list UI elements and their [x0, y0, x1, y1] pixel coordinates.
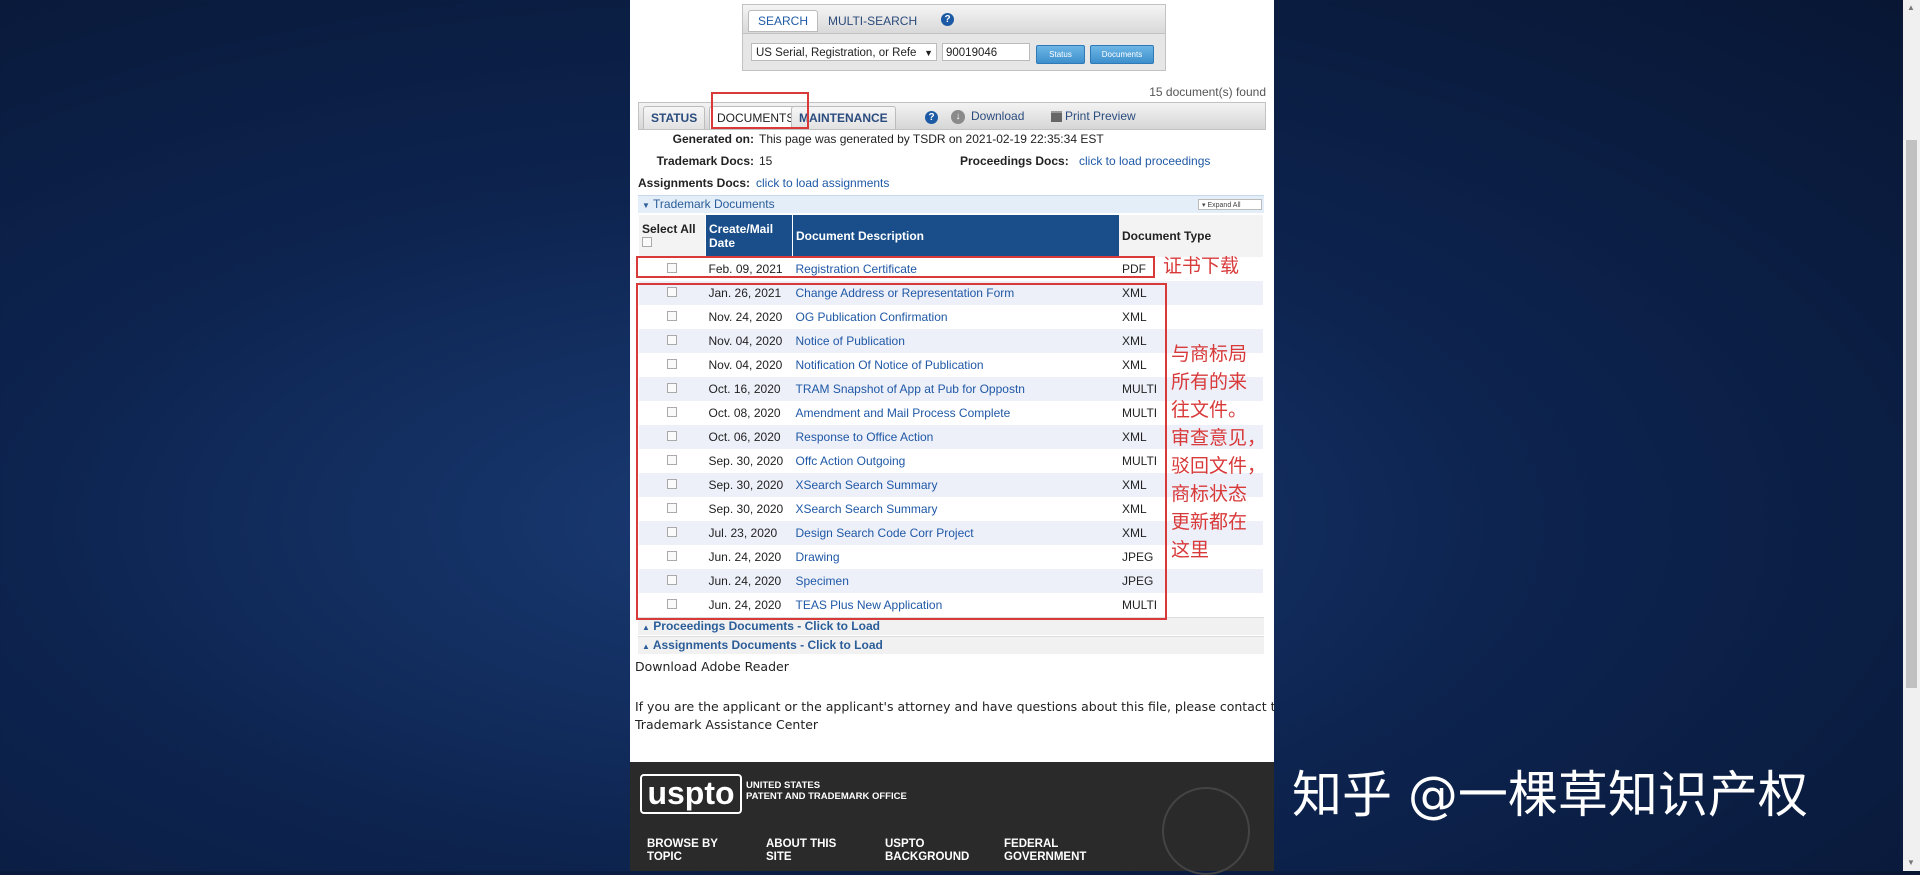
caret-up-icon: ▲ [642, 642, 650, 651]
documents-tab-highlight [711, 92, 809, 129]
serial-number-input[interactable]: 90019046 [942, 43, 1030, 61]
date-column-header[interactable]: Create/Mail Date [705, 215, 793, 257]
section-title: Trademark Documents [653, 197, 775, 211]
footer-nav-label: TOPIC [647, 851, 682, 863]
generated-label: Generated on: [672, 132, 754, 146]
tab-multi-search[interactable]: MULTI-SEARCH [819, 11, 926, 31]
footer-nav-label: GOVERNMENT [1004, 851, 1087, 863]
uspto-seal-icon [1162, 787, 1250, 875]
description-column-header[interactable]: Document Description [792, 215, 1119, 257]
caret-up-icon: ▲ [642, 623, 650, 632]
generated-value: This page was generated by TSDR on 2021-… [759, 132, 1104, 146]
footer-nav-label: BROWSE BY [647, 838, 718, 850]
tsdr-page: SEARCH MULTI-SEARCH ? US Serial, Registr… [630, 0, 1275, 875]
trademark-docs-value: 15 [759, 154, 773, 168]
zhihu-watermark: 知乎 @一棵草知识产权 [1292, 766, 1808, 824]
assignments-row: Assignments Docs: click to load assignme… [638, 176, 1264, 194]
download-icon: ↓ [951, 109, 965, 124]
assignments-docs-label: Assignments Docs: [638, 176, 751, 190]
tab-search[interactable]: SEARCH [748, 10, 819, 32]
annotation-line: 商标状态 [1171, 483, 1248, 505]
documents-button[interactable]: Documents [1090, 45, 1154, 64]
annotation-line: 所有的来 [1171, 371, 1248, 393]
download-adobe-link[interactable]: Download Adobe Reader [635, 659, 789, 674]
caret-down-icon: ▼ [642, 201, 650, 210]
load-assignments-link[interactable]: click to load assignments [756, 176, 889, 190]
scroll-down-icon[interactable]: ▼ [1907, 858, 1915, 867]
org-line-2: PATENT AND TRADEMARK OFFICE [746, 791, 907, 802]
footer-nav-label: FEDERAL [1004, 838, 1059, 850]
date-header-label: Create/Mail Date [709, 222, 774, 250]
search-panel: SEARCH MULTI-SEARCH ? US Serial, Registr… [742, 4, 1166, 71]
print-preview-button[interactable]: Print Preview [1051, 107, 1136, 125]
load-proceedings-link[interactable]: click to load proceedings [1079, 154, 1210, 168]
annotation-line: 往文件。 [1171, 399, 1248, 421]
select-all-header[interactable]: Select All [639, 215, 706, 257]
chevron-down-icon: ▼ [924, 48, 933, 58]
select-all-label: Select All [642, 222, 696, 236]
annotation-line: 这里 [1171, 539, 1210, 561]
uspto-logo[interactable]: uspto [640, 774, 742, 814]
annotation-line: 审查意见， [1171, 427, 1267, 449]
footer-nav-label: ABOUT THIS [766, 838, 837, 850]
certificate-annotation: 证书下载 [1163, 255, 1240, 277]
print-label: Print Preview [1065, 109, 1136, 123]
expand-all-label: Expand All [1207, 202, 1241, 209]
documents-found-count: 15 document(s) found [1149, 85, 1266, 99]
search-type-value: US Serial, Registration, or Refe [756, 47, 917, 59]
docs-count-row: Trademark Docs: 15 Proceedings Docs: cli… [638, 154, 1264, 172]
documents-rows-highlight [636, 283, 1167, 620]
description-header-label: Document Description [796, 229, 925, 243]
footer-nav-label: USPTO [885, 838, 925, 850]
assignments-documents-header[interactable]: ▲ Assignments Documents - Click to Load [638, 636, 1264, 654]
footer-nav-label: BACKGROUND [885, 851, 970, 863]
annotation-line: 更新都在 [1171, 511, 1248, 533]
select-all-checkbox[interactable] [642, 237, 652, 247]
tab-status[interactable]: STATUS [643, 106, 706, 129]
proceedings-header-label: Proceedings Documents - Click to Load [653, 619, 880, 633]
trademark-documents-header[interactable]: ▼ Trademark Documents ▾ Expand All [638, 195, 1264, 213]
help-icon[interactable]: ? [925, 111, 938, 124]
download-label: Download [971, 109, 1025, 123]
footer-nav-government[interactable]: FEDERAL GOVERNMENT [1004, 838, 1086, 864]
uspto-org-name: UNITED STATES PATENT AND TRADEMARK OFFIC… [746, 780, 907, 802]
scroll-up-icon[interactable]: ▲ [1907, 3, 1915, 12]
type-column-header[interactable]: Document Type [1119, 215, 1263, 257]
help-icon[interactable]: ? [941, 13, 954, 26]
printer-icon [1051, 111, 1062, 123]
files-annotation: 与商标局所有的来往文件。审查意见， 驳回文件， 商标状态更新都在这里 [1171, 340, 1281, 564]
table-header-row: Select All Create/Mail Date Document Des… [639, 215, 1263, 257]
scroll-thumb[interactable] [1906, 140, 1917, 688]
footer-nav-about[interactable]: ABOUT THIS SITE [766, 838, 836, 864]
type-header-label: Document Type [1122, 229, 1212, 243]
trademark-docs-label: Trademark Docs: [656, 154, 754, 168]
assignments-header-label: Assignments Documents - Click to Load [652, 638, 883, 652]
expand-all-button[interactable]: ▾ Expand All [1198, 199, 1262, 210]
certificate-row-highlight [636, 256, 1155, 278]
annotation-line: 与商标局 [1171, 343, 1248, 365]
contact-text: If you are the applicant or the applican… [635, 699, 1275, 714]
generated-row: Generated on: This page was generated by… [638, 132, 1264, 150]
footer-nav-label: SITE [766, 851, 792, 863]
site-footer: uspto UNITED STATES PATENT AND TRADEMARK… [630, 762, 1274, 875]
annotation-line: 驳回文件， [1171, 455, 1267, 477]
proceedings-docs-label: Proceedings Docs: [960, 154, 1069, 168]
trademark-assistance-link[interactable]: Trademark Assistance Center [635, 717, 818, 732]
org-line-1: UNITED STATES [746, 780, 821, 791]
footer-nav-background[interactable]: USPTO BACKGROUND [885, 838, 969, 864]
download-button[interactable]: ↓ Download [951, 107, 1024, 125]
search-type-select[interactable]: US Serial, Registration, or Refe ▼ [751, 43, 937, 61]
status-button[interactable]: Status [1036, 45, 1085, 64]
footer-nav-browse[interactable]: BROWSE BY TOPIC [647, 838, 718, 864]
search-tabs: SEARCH MULTI-SEARCH ? [743, 5, 1165, 34]
page-scrollbar[interactable]: ▲ ▼ [1903, 0, 1920, 871]
